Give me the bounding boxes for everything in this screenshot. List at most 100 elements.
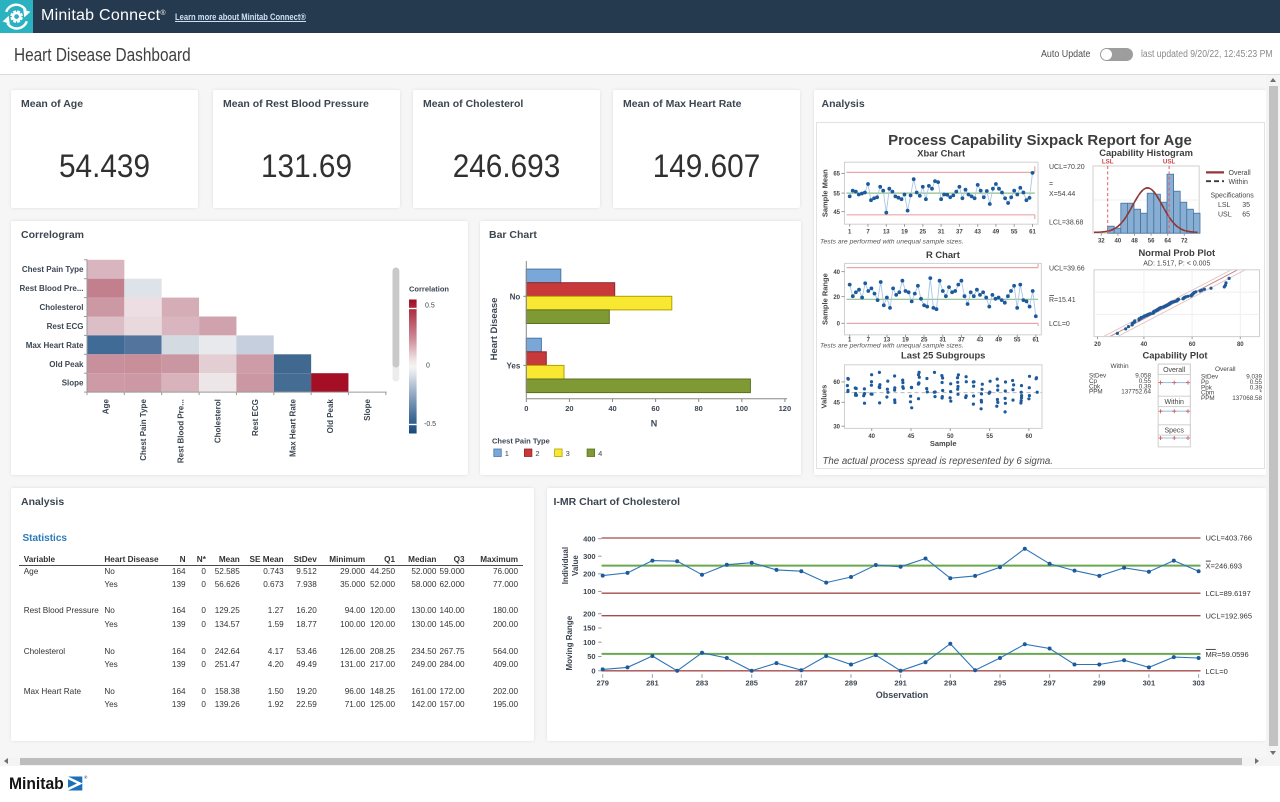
svg-text:100: 100 [583, 587, 596, 596]
svg-text:Value: Value [571, 555, 580, 576]
svg-text:Heart Disease: Heart Disease [489, 297, 500, 360]
svg-text:60: 60 [651, 404, 659, 413]
svg-text:Max Heart Rate: Max Heart Rate [26, 340, 84, 349]
svg-text:Max Heart Rate: Max Heart Rate [288, 398, 297, 456]
svg-text:Within: Within [1164, 399, 1184, 406]
svg-text:UCL=192.965: UCL=192.965 [1205, 611, 1252, 620]
svg-text:289: 289 [844, 678, 857, 687]
svg-text:Moving Range: Moving Range [565, 615, 574, 670]
svg-text:Normal Prob Plot: Normal Prob Plot [1138, 247, 1215, 258]
svg-text:Xbar Chart: Xbar Chart [917, 147, 965, 158]
svg-text:61: 61 [1032, 337, 1039, 343]
svg-text:120: 120 [779, 404, 792, 413]
svg-text:No: No [510, 292, 521, 301]
svg-text:Values: Values [819, 384, 828, 408]
svg-text:Chest Pain Type: Chest Pain Type [22, 265, 84, 274]
svg-text:20: 20 [833, 294, 840, 300]
svg-text:40: 40 [833, 269, 840, 275]
svg-text:The actual process spread is r: The actual process spread is represented… [822, 456, 1052, 467]
svg-text:X=246.693: X=246.693 [1205, 562, 1242, 571]
svg-text:Slope: Slope [363, 398, 372, 420]
svg-text:200: 200 [583, 609, 596, 618]
svg-text:65: 65 [833, 171, 840, 177]
svg-text:Old Peak: Old Peak [326, 398, 335, 433]
svg-text:137752.64: 137752.64 [1121, 388, 1151, 395]
svg-text:20: 20 [565, 404, 573, 413]
svg-text:13: 13 [882, 229, 889, 235]
svg-text:R Chart: R Chart [925, 248, 959, 259]
svg-text:Sample Range: Sample Range [820, 273, 829, 325]
svg-text:UCL=70.20: UCL=70.20 [1049, 164, 1085, 171]
svg-text:32: 32 [1097, 238, 1104, 244]
svg-text:Yes: Yes [507, 361, 521, 370]
svg-text:45: 45 [833, 400, 840, 406]
svg-text:279: 279 [596, 678, 609, 687]
svg-text:137068.58: 137068.58 [1232, 395, 1262, 402]
svg-text:LCL=0: LCL=0 [1049, 321, 1070, 328]
svg-text:1: 1 [505, 448, 509, 457]
svg-text:3: 3 [566, 448, 570, 457]
svg-text:61: 61 [1029, 229, 1036, 235]
svg-text:50: 50 [587, 652, 595, 661]
svg-text:40: 40 [1140, 342, 1147, 348]
svg-text:Individual: Individual [561, 547, 570, 584]
svg-text:UCL=39.66: UCL=39.66 [1049, 265, 1085, 272]
svg-text:Tests are performed with unequ: Tests are performed with unequal sample … [820, 238, 964, 245]
svg-text:43: 43 [974, 229, 981, 235]
svg-text:55: 55 [1013, 337, 1020, 343]
svg-text:Overall: Overall [1228, 170, 1251, 177]
svg-text:80: 80 [695, 404, 703, 413]
svg-text:Capability Histogram: Capability Histogram [1099, 147, 1193, 158]
svg-text:PPM: PPM [1201, 395, 1215, 402]
svg-text:301: 301 [1142, 678, 1155, 687]
svg-text:UCL=403.766: UCL=403.766 [1205, 534, 1252, 543]
svg-text:0: 0 [426, 362, 430, 369]
svg-text:60: 60 [1025, 433, 1032, 439]
svg-text:287: 287 [795, 678, 808, 687]
svg-text:293: 293 [944, 678, 957, 687]
svg-text:Correlation: Correlation [409, 284, 449, 293]
svg-text:65: 65 [1242, 211, 1250, 218]
svg-text:Specifications: Specifications [1210, 192, 1254, 199]
svg-text:LCL=0: LCL=0 [1205, 667, 1227, 676]
svg-text:2: 2 [535, 448, 539, 457]
svg-text:25: 25 [919, 229, 926, 235]
svg-text:Old Peak: Old Peak [49, 359, 84, 368]
svg-text:37: 37 [956, 229, 963, 235]
svg-text:72: 72 [1180, 238, 1187, 244]
svg-text:299: 299 [1093, 678, 1106, 687]
svg-text:19: 19 [901, 229, 908, 235]
svg-text:100: 100 [736, 404, 749, 413]
svg-text:Rest Blood Pre...: Rest Blood Pre... [176, 399, 185, 463]
svg-text:60: 60 [833, 380, 840, 386]
svg-text:150: 150 [583, 624, 596, 633]
svg-text:56: 56 [1147, 238, 1154, 244]
svg-text:Chest Pain Type: Chest Pain Type [492, 436, 550, 445]
svg-text:49: 49 [995, 337, 1002, 343]
svg-text:R=15.41: R=15.41 [1049, 297, 1076, 304]
svg-text:USL: USL [1218, 211, 1232, 218]
svg-text:64: 64 [1164, 238, 1171, 244]
svg-text:Last 25 Subgroups: Last 25 Subgroups [901, 349, 985, 360]
svg-text:MR=59.0596: MR=59.0596 [1205, 650, 1248, 659]
svg-text:Slope: Slope [62, 378, 84, 387]
svg-text:40: 40 [608, 404, 616, 413]
svg-text:USL: USL [1162, 158, 1175, 165]
svg-text:Rest ECG: Rest ECG [47, 322, 84, 331]
svg-text:AD: 1.517, P: < 0.005: AD: 1.517, P: < 0.005 [1143, 260, 1210, 267]
svg-text:200: 200 [583, 570, 596, 579]
svg-text:Sample Mean: Sample Mean [820, 168, 829, 216]
svg-text:55: 55 [833, 191, 840, 197]
svg-text:Within: Within [1110, 363, 1128, 370]
svg-text:0: 0 [524, 404, 528, 413]
svg-text:100: 100 [583, 638, 596, 647]
svg-text:Rest Blood Pre...: Rest Blood Pre... [19, 284, 83, 293]
svg-text:Cholesterol: Cholesterol [39, 303, 83, 312]
svg-text:Age: Age [102, 398, 111, 414]
svg-text:295: 295 [993, 678, 1006, 687]
svg-text:LSL: LSL [1101, 158, 1113, 165]
svg-text:Cholesterol: Cholesterol [214, 399, 223, 443]
svg-text:30: 30 [833, 424, 840, 430]
svg-text:Within: Within [1228, 178, 1248, 185]
svg-text:20: 20 [1094, 342, 1101, 348]
